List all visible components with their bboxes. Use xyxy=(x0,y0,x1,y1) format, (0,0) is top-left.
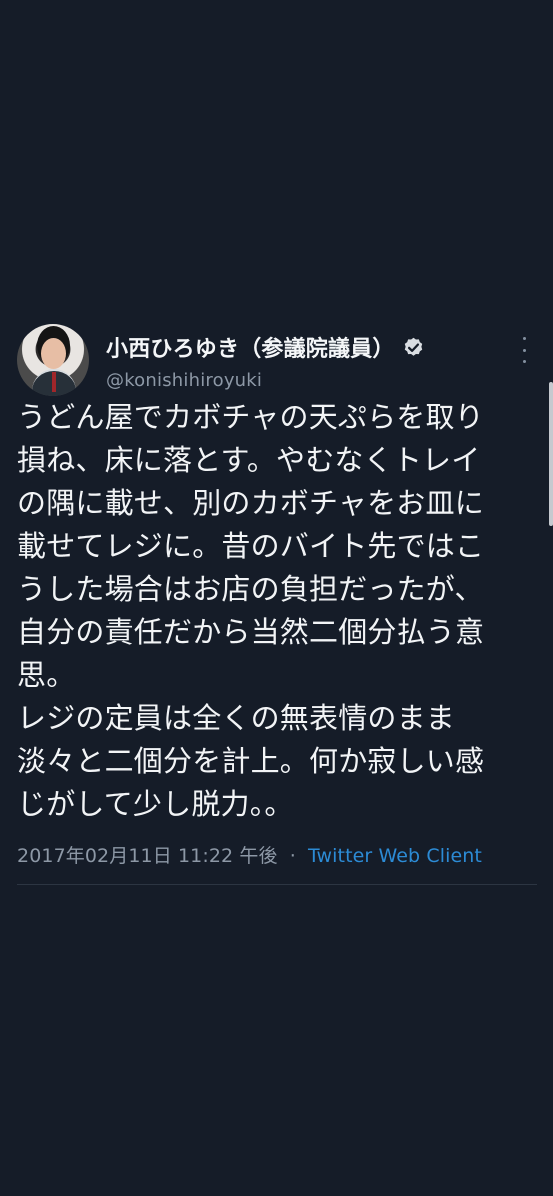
vertical-ellipsis-icon xyxy=(522,337,526,340)
tweet-metadata: 2017年02月11日 11:22 午後 · Twitter Web Clien… xyxy=(17,841,482,868)
tweet-screen: 小西ひろゆき（参議院議員） @konishihiroyuki うどん屋でカボチャ… xyxy=(0,0,553,1196)
more-options-button[interactable] xyxy=(515,337,533,363)
vertical-ellipsis-icon xyxy=(522,360,526,363)
vertical-scrollbar[interactable] xyxy=(549,382,553,526)
display-name[interactable]: 小西ひろゆき（参議院議員） xyxy=(106,331,395,363)
tweet-date-time[interactable]: 2017年02月11日 11:22 午後 xyxy=(17,845,278,867)
tweet-divider xyxy=(17,884,537,885)
author-name-row[interactable]: 小西ひろゆき（参議院議員） xyxy=(106,331,425,363)
verified-badge-icon xyxy=(404,337,422,356)
source-client-link[interactable]: Twitter Web Client xyxy=(308,845,482,867)
avatar-tie-detail xyxy=(52,372,56,392)
tweet-body-text: うどん屋でカボチャの天ぷらを取り 損ね、床に落とす。やむなくトレイ の隅に載せ、… xyxy=(17,400,485,821)
vertical-ellipsis-icon xyxy=(522,348,526,352)
username-handle[interactable]: @konishihiroyuki xyxy=(106,370,262,391)
metadata-separator: · xyxy=(289,845,296,867)
profile-avatar[interactable] xyxy=(17,324,89,396)
